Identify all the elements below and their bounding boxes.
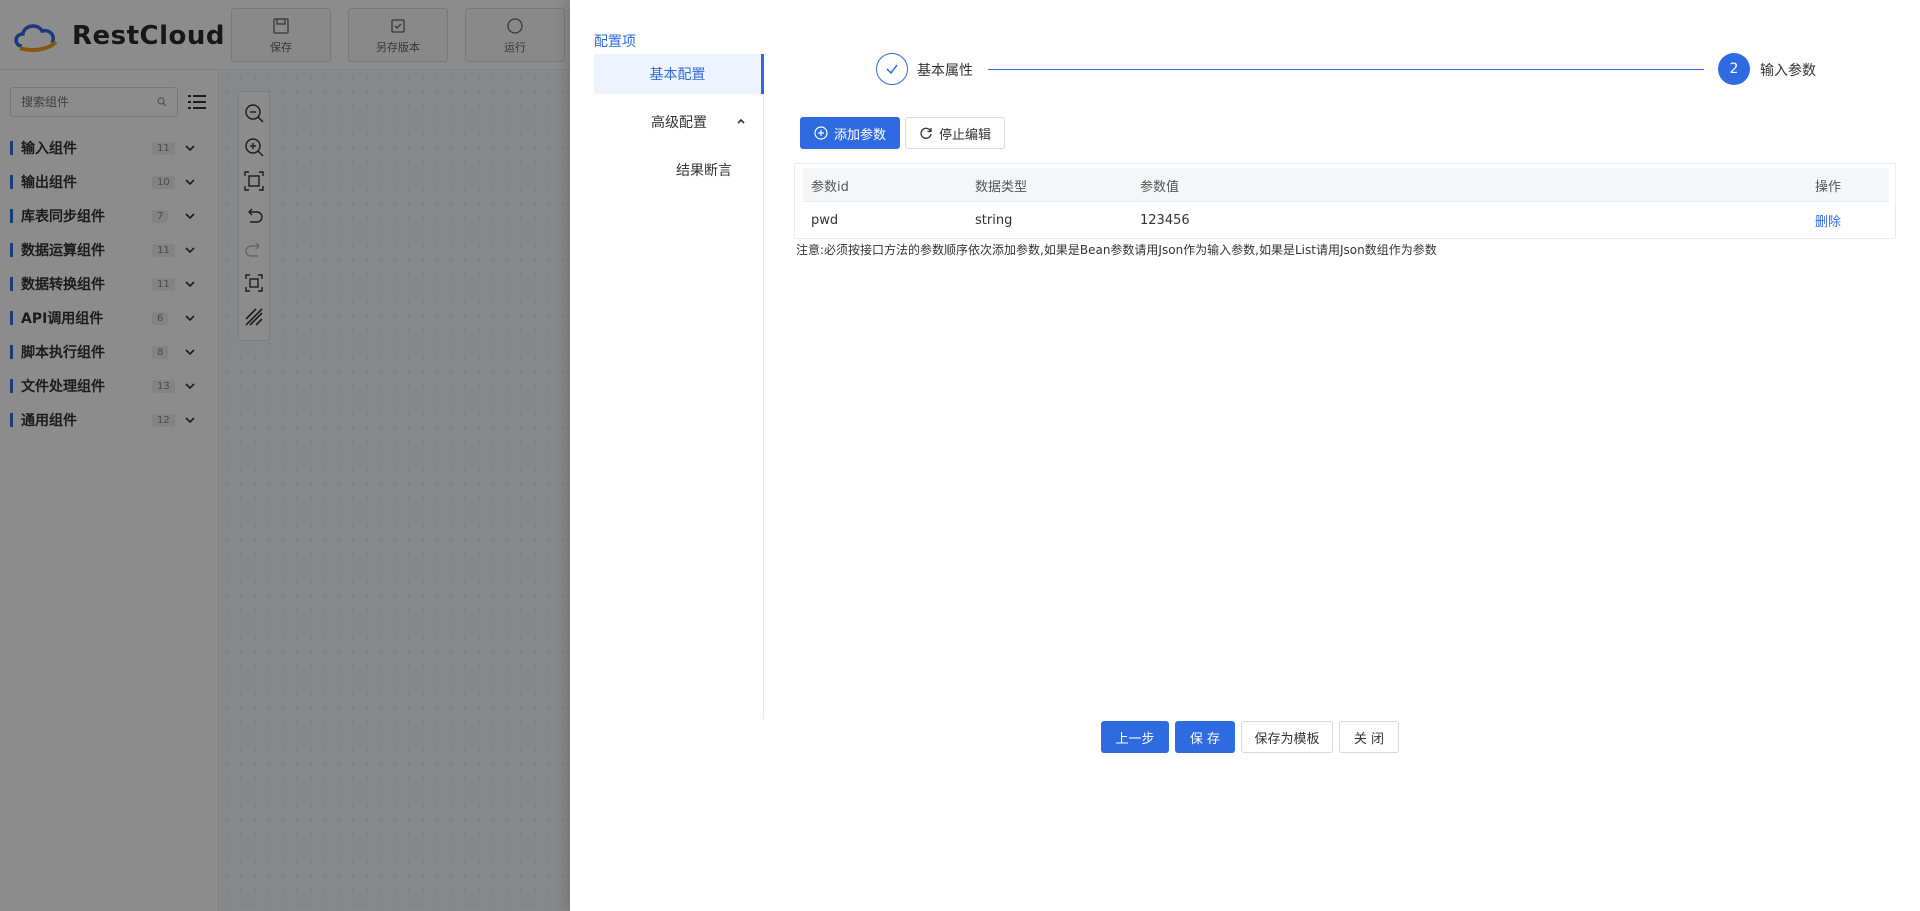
cell-param-id[interactable]: pwd xyxy=(811,203,838,237)
stop-edit-button[interactable]: 停止编辑 xyxy=(905,117,1005,149)
table-header: 参数id 数据类型 参数值 操作 xyxy=(803,168,1889,202)
close-label: 关 闭 xyxy=(1353,731,1385,747)
column-header: 操作 xyxy=(1815,179,1842,195)
stop-edit-label: 停止编辑 xyxy=(938,127,991,143)
check-icon xyxy=(886,64,898,75)
param-note: 注意:必须按接口方法的参数顺序依次添加参数,如果是Bean参数请用Json作为输… xyxy=(796,243,1437,257)
save-label: 保 存 xyxy=(1189,731,1221,747)
nav-advanced-config[interactable]: 高级配置 xyxy=(594,102,764,142)
config-drawer: 配置项 基本配置 高级配置 结果断言 基本属性 2 输入参数 添加参数 停止编辑… xyxy=(570,0,1920,911)
plus-circle-icon xyxy=(814,126,828,140)
save-template-button[interactable]: 保存为模板 xyxy=(1241,721,1333,753)
step-1-label: 基本属性 xyxy=(917,63,973,79)
nav-result-assert[interactable]: 结果断言 xyxy=(594,150,764,190)
nav-basic-config-label: 基本配置 xyxy=(649,67,706,83)
step-connector xyxy=(988,69,1704,70)
prev-step-label: 上一步 xyxy=(1115,731,1155,747)
add-param-button[interactable]: 添加参数 xyxy=(800,117,900,149)
save-template-label: 保存为模板 xyxy=(1254,731,1320,747)
chevron-up-icon xyxy=(737,118,745,124)
param-table: 参数id 数据类型 参数值 操作 pwd string 123456 删除 xyxy=(794,163,1896,239)
prev-step-button[interactable]: 上一步 xyxy=(1101,721,1169,753)
add-param-label: 添加参数 xyxy=(833,127,886,143)
step-2-circle: 2 xyxy=(1718,53,1750,85)
delete-link[interactable]: 删除 xyxy=(1815,203,1841,237)
nav-basic-config[interactable]: 基本配置 xyxy=(594,54,764,94)
column-header: 参数id xyxy=(811,179,849,195)
nav-result-assert-label: 结果断言 xyxy=(676,163,732,179)
modal-mask[interactable] xyxy=(0,0,570,911)
refresh-icon xyxy=(920,127,932,139)
step-1-circle xyxy=(876,53,908,85)
cell-data-type[interactable]: string xyxy=(975,203,1012,237)
drawer-title: 配置项 xyxy=(594,34,636,50)
nav-advanced-config-label: 高级配置 xyxy=(651,115,707,131)
column-header: 数据类型 xyxy=(975,179,1028,195)
column-header: 参数值 xyxy=(1140,179,1180,195)
save-button[interactable]: 保 存 xyxy=(1175,721,1235,753)
steps: 基本属性 2 输入参数 xyxy=(876,53,1816,87)
close-button[interactable]: 关 闭 xyxy=(1339,721,1399,753)
config-side-nav: 基本配置 高级配置 结果断言 xyxy=(594,54,764,719)
step-2-label: 输入参数 xyxy=(1760,63,1816,79)
table-row[interactable]: pwd string 123456 删除 xyxy=(803,203,1889,237)
cell-param-value[interactable]: 123456 xyxy=(1140,203,1190,237)
